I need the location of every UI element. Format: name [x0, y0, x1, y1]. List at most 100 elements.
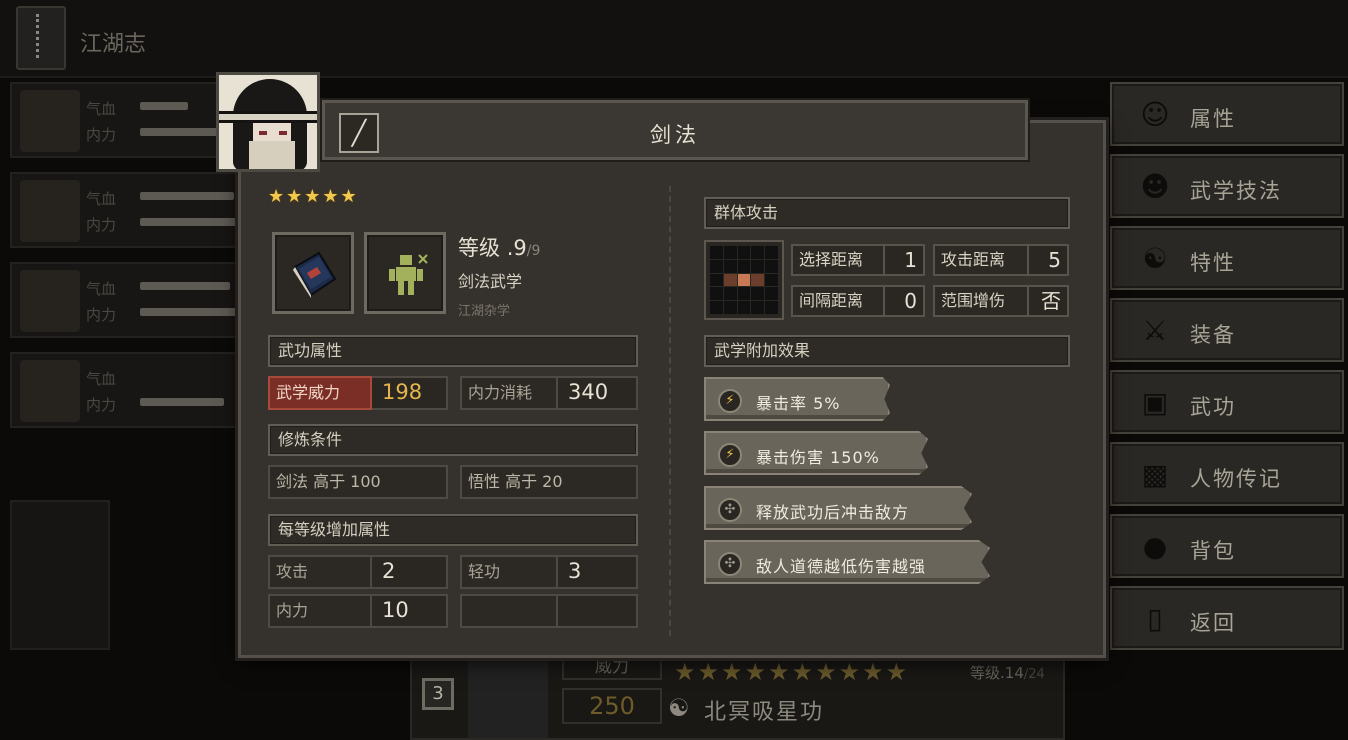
party-member-4[interactable]: 气血 内力 [10, 352, 260, 428]
skill-type-slot [364, 232, 446, 314]
agility-label: 轻功 [460, 555, 558, 589]
party-member-3[interactable]: 气血 内力 [10, 262, 260, 338]
hp-label: 气血 [86, 370, 117, 388]
yin-yang-icon: ☯ [668, 694, 690, 722]
sidebar-item-attributes[interactable]: ☺ 属性 [1110, 82, 1344, 146]
attack-label: 攻击 [268, 555, 372, 589]
effect-text: 暴击伤害 150% [756, 448, 880, 467]
portrait-eyes [259, 131, 287, 135]
journal-icon[interactable] [16, 6, 66, 70]
select-range-label: 选择距离 [791, 244, 885, 276]
top-bar: 江湖志 [0, 0, 1348, 78]
lightning-icon: ⚡ [718, 443, 742, 467]
effect-knockback[interactable]: ✣ 释放武功后冲击敌方 [704, 486, 972, 530]
compass-icon: ✣ [718, 552, 742, 576]
portrait-mask [249, 141, 295, 169]
mp-bar [140, 218, 240, 226]
attributes-header: 武功属性 [268, 335, 638, 367]
mp-label: 内力 [86, 306, 117, 324]
sidebar-item-traits[interactable]: ☯ 特性 [1110, 226, 1344, 290]
hp-bar [140, 282, 230, 290]
skill-type: 剑法武学 [458, 272, 523, 291]
skill-level: 等级 .9/9 [458, 236, 541, 260]
sidebar-item-biography[interactable]: ▩ 人物传记 [1110, 442, 1344, 506]
skill-book-slot [272, 232, 354, 314]
sidebar-item-label: 返回 [1190, 611, 1236, 635]
avatar [20, 360, 80, 422]
skill-source: 江湖杂学 [458, 304, 511, 319]
avatar [20, 270, 80, 332]
empty-stat-value [558, 594, 638, 628]
requirements-header: 修炼条件 [268, 424, 638, 456]
power-value: 250 [562, 688, 662, 724]
skill-range-grid [468, 658, 548, 738]
aoe-bonus-value: 否 [1029, 285, 1069, 317]
sidebar-item-return[interactable]: ▯ 返回 [1110, 586, 1344, 650]
hp-bar [140, 192, 234, 200]
sidebar-item-label: 武学技法 [1190, 179, 1282, 203]
effect-crit-damage[interactable]: ⚡ 暴击伤害 150% [704, 431, 928, 475]
mp-label: 内力 [86, 126, 117, 144]
mp-label: 内力 [86, 396, 117, 414]
interval-label: 间隔距离 [791, 285, 885, 317]
scroll-icon: ▩ [1141, 458, 1169, 491]
interval-value: 0 [885, 285, 925, 317]
power-value: 198 [382, 380, 423, 404]
compass-icon: ✣ [718, 498, 742, 522]
sidebar-item-label: 装备 [1190, 323, 1236, 347]
door-icon: ▯ [1147, 602, 1163, 635]
bag-icon: ● [1142, 530, 1168, 563]
level-readout: 等级.14/24 [970, 664, 1045, 682]
martial-technique-icon: ☻ [1140, 170, 1170, 203]
book-icon: ▣ [1141, 386, 1169, 419]
per-level-header: 每等级增加属性 [268, 514, 638, 546]
column-divider [669, 186, 671, 636]
requirement-insight: 悟性 高于 20 [460, 465, 638, 499]
hp-label: 气血 [86, 190, 117, 208]
portrait-headband [219, 111, 317, 123]
trait-icon: ☯ [1142, 242, 1168, 275]
star-rating: ★★★★★★★★★★ [674, 658, 910, 686]
lightning-icon: ⚡ [718, 389, 742, 413]
background-panel [10, 500, 110, 650]
attack-value: 2 [382, 559, 396, 583]
avatar [20, 90, 80, 152]
swordsman-icon [389, 254, 428, 295]
book-icon [293, 251, 337, 298]
select-range-value: 1 [885, 244, 925, 276]
sidebar-item-martial-technique[interactable]: ☻ 武学技法 [1110, 154, 1344, 218]
sidebar-item-label: 武功 [1190, 395, 1236, 419]
skill-list-item[interactable]: 3 威力 250 ★★★★★★★★★★ 等级.14/24 ☯ 北冥吸星功 [410, 648, 1065, 740]
mp-cost-value: 340 [568, 380, 609, 404]
dialog-title-bar: ╱ 剑法 [322, 100, 1028, 160]
person-icon: ☺ [1140, 98, 1170, 131]
effect-text: 暴击率 5% [756, 394, 841, 413]
effect-morality-damage[interactable]: ✣ 敌人道德越低伤害越强 [704, 540, 990, 584]
slot-number: 3 [422, 678, 454, 710]
internal-power-label: 内力 [268, 594, 372, 628]
mp-bar [140, 308, 240, 316]
sidebar-item-martial-arts[interactable]: ▣ 武功 [1110, 370, 1344, 434]
avatar [20, 180, 80, 242]
sidebar-item-backpack[interactable]: ● 背包 [1110, 514, 1344, 578]
sidebar-item-label: 人物传记 [1190, 467, 1282, 491]
hp-label: 气血 [86, 100, 117, 118]
sidebar-item-equipment[interactable]: ⚔ 装备 [1110, 298, 1344, 362]
mp-cost-label: 内力消耗 [460, 376, 558, 410]
star-rating: ★★★★★ [268, 186, 359, 207]
sidebar-item-label: 特性 [1190, 251, 1236, 275]
attack-range-grid [704, 240, 784, 320]
effect-text: 敌人道德越低伤害越强 [756, 557, 927, 576]
empty-stat-label [460, 594, 558, 628]
sidebar-item-label: 背包 [1190, 539, 1236, 563]
effect-crit-rate[interactable]: ⚡ 暴击率 5% [704, 377, 890, 421]
requirement-sword: 剑法 高于 100 [268, 465, 448, 499]
effect-text: 释放武功后冲击敌方 [756, 503, 910, 522]
mp-label: 内力 [86, 216, 117, 234]
mp-bar [140, 398, 224, 406]
agility-value: 3 [568, 559, 582, 583]
attack-range-value: 5 [1029, 244, 1069, 276]
character-portrait [216, 72, 320, 172]
hp-bar [140, 102, 188, 110]
party-member-2[interactable]: 气血 内力 [10, 172, 260, 248]
